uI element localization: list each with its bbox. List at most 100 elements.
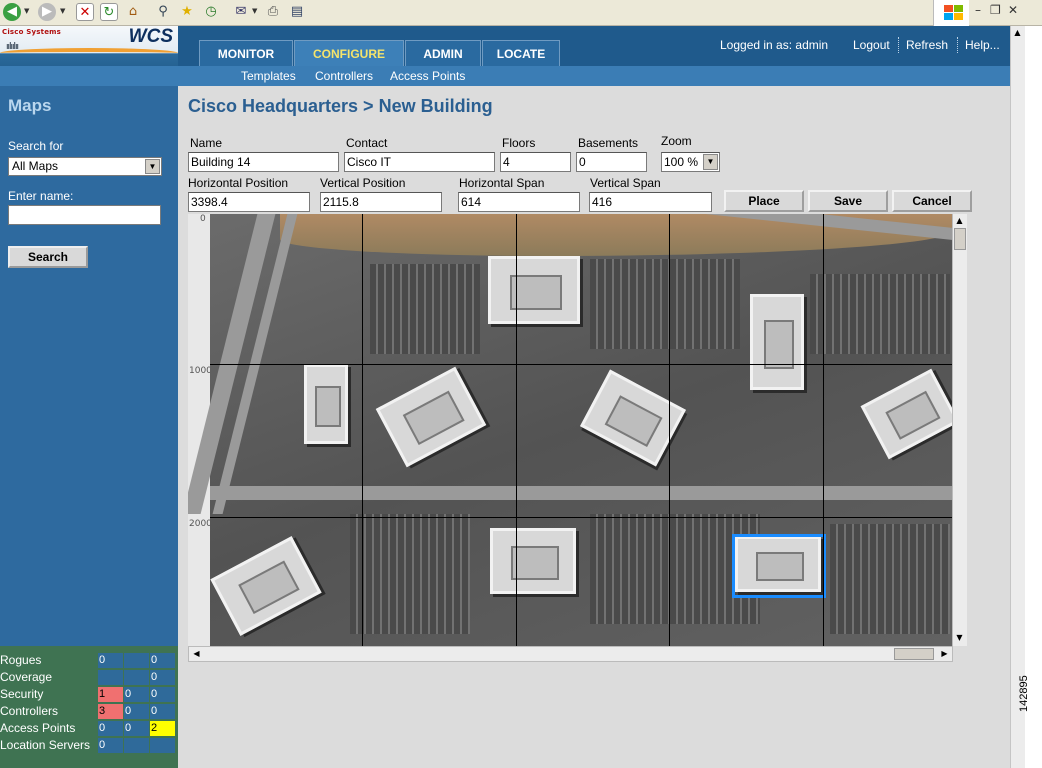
alarm-minor-count[interactable]: 0 [150, 670, 175, 685]
floors-field[interactable]: 4 [500, 152, 571, 172]
print-icon[interactable]: ⎙ [264, 3, 282, 21]
alarm-label: Rogues [0, 653, 42, 667]
save-button[interactable]: Save [808, 190, 888, 212]
map-horizontal-scrollbar[interactable]: ◀ ▶ [188, 646, 953, 662]
parking-lot [830, 524, 950, 634]
scroll-down-icon[interactable]: ▼ [953, 633, 966, 642]
vertical-span-field[interactable]: 416 [589, 192, 712, 212]
map-vertical-scrollbar[interactable]: ▲ ▼ [952, 214, 967, 646]
tab-locate[interactable]: LOCATE [482, 40, 560, 66]
back-dropdown-icon[interactable]: ▼ [24, 7, 29, 15]
building[interactable] [210, 536, 322, 636]
alarm-minor-count[interactable]: 2 [150, 721, 175, 736]
new-building-outline[interactable] [732, 534, 826, 598]
building[interactable] [375, 366, 487, 468]
building[interactable] [304, 364, 348, 444]
grid-line [823, 214, 824, 646]
alarm-major-count[interactable] [124, 670, 149, 685]
subnav-access-points[interactable]: Access Points [390, 69, 465, 83]
scroll-up-icon[interactable]: ▲ [953, 216, 966, 225]
mail-dropdown-icon[interactable]: ▼ [252, 7, 257, 15]
scroll-up-icon[interactable]: ▲ [1011, 28, 1024, 37]
alarm-critical-count[interactable]: 3 [98, 704, 123, 719]
alarm-minor-count[interactable]: 0 [150, 653, 175, 668]
restore-icon[interactable]: ❐ [990, 3, 1001, 17]
place-button[interactable]: Place [724, 190, 804, 212]
search-for-select[interactable]: All Maps ▼ [8, 157, 162, 176]
search-button[interactable]: Search [8, 246, 88, 268]
edit-icon[interactable]: ▤ [288, 3, 306, 21]
horizontal-span-field[interactable]: 614 [458, 192, 580, 212]
building[interactable] [488, 256, 580, 324]
scrollbar-thumb[interactable] [954, 228, 966, 250]
grid-line [210, 364, 952, 365]
tab-monitor[interactable]: MONITOR [199, 40, 293, 66]
scrollbar-thumb[interactable] [894, 648, 934, 660]
building[interactable] [750, 294, 804, 390]
search-icon[interactable]: ⚲ [154, 3, 172, 21]
building[interactable] [490, 528, 576, 594]
name-field[interactable]: Building 14 [188, 152, 339, 172]
alarm-critical-count[interactable]: 0 [98, 721, 123, 736]
basements-field[interactable]: 0 [576, 152, 647, 172]
building[interactable] [580, 369, 686, 467]
tab-admin[interactable]: ADMIN [405, 40, 481, 66]
cancel-button[interactable]: Cancel [892, 190, 972, 212]
scroll-right-icon[interactable]: ▶ [938, 649, 951, 658]
search-for-label: Search for [8, 139, 64, 153]
alarm-critical-count[interactable] [98, 670, 123, 685]
alarm-row-rogues: Rogues 0 0 [0, 652, 178, 669]
close-icon[interactable]: ✕ [1008, 3, 1018, 17]
alarm-major-count[interactable]: 0 [124, 704, 149, 719]
minimize-icon[interactable]: – [975, 3, 981, 17]
alarm-minor-count[interactable] [150, 738, 175, 753]
alarm-critical-count[interactable]: 0 [98, 653, 123, 668]
alarm-major-count[interactable] [124, 653, 149, 668]
app-header: Cisco Systems ıılıılıı WCS MONITOR CONFI… [0, 26, 1010, 86]
alarm-major-count[interactable]: 0 [124, 721, 149, 736]
campus-map[interactable]: 0 1000 2000 ▲ ▼ [188, 214, 967, 646]
mail-icon[interactable]: ✉ [232, 3, 250, 21]
vertical-position-field[interactable]: 2115.8 [320, 192, 442, 212]
divider [898, 37, 899, 53]
ruler-tick: 0 [200, 214, 206, 224]
contact-field[interactable]: Cisco IT [344, 152, 495, 172]
subnav-controllers[interactable]: Controllers [315, 69, 373, 83]
alarm-label: Controllers [0, 704, 59, 718]
refresh-icon[interactable]: ↻ [100, 3, 118, 21]
favorites-icon[interactable]: ★ [178, 3, 196, 21]
enter-name-label: Enter name: [8, 189, 74, 203]
history-icon[interactable]: ◷ [202, 3, 220, 21]
alarm-row-location-servers: Location Servers 0 [0, 737, 178, 754]
subnav-templates[interactable]: Templates [241, 69, 296, 83]
forward-icon[interactable]: ▶ [38, 3, 56, 21]
figure-number: 142895 [1018, 675, 1030, 712]
name-search-input[interactable] [8, 205, 161, 225]
logout-link[interactable]: Logout [853, 38, 890, 52]
alarm-minor-count[interactable]: 0 [150, 704, 175, 719]
horizontal-position-field[interactable]: 3398.4 [188, 192, 310, 212]
search-for-value: All Maps [12, 159, 59, 173]
home-icon[interactable]: ⌂ [124, 3, 142, 21]
help-link[interactable]: Help... [965, 38, 1000, 52]
refresh-link[interactable]: Refresh [906, 38, 948, 52]
alarm-minor-count[interactable]: 0 [150, 687, 175, 702]
tab-configure[interactable]: CONFIGURE [294, 40, 404, 66]
scroll-left-icon[interactable]: ◀ [190, 649, 203, 658]
contact-label: Contact [346, 136, 388, 150]
alarm-label: Security [0, 687, 44, 701]
building[interactable] [860, 368, 960, 460]
alarm-critical-count[interactable]: 0 [98, 738, 123, 753]
page-scrollbar[interactable]: ▲ [1010, 26, 1025, 768]
back-icon[interactable]: ◀ [3, 3, 21, 21]
alarm-major-count[interactable] [124, 738, 149, 753]
alarm-row-coverage: Coverage 0 [0, 669, 178, 686]
chevron-down-icon[interactable]: ▼ [703, 154, 718, 170]
zoom-select[interactable]: 100 % ▼ [661, 152, 720, 172]
forward-dropdown-icon[interactable]: ▼ [60, 7, 65, 15]
grid-line [210, 517, 952, 518]
stop-icon[interactable]: ✕ [76, 3, 94, 21]
chevron-down-icon[interactable]: ▼ [145, 159, 160, 174]
alarm-critical-count[interactable]: 1 [98, 687, 123, 702]
alarm-major-count[interactable]: 0 [124, 687, 149, 702]
